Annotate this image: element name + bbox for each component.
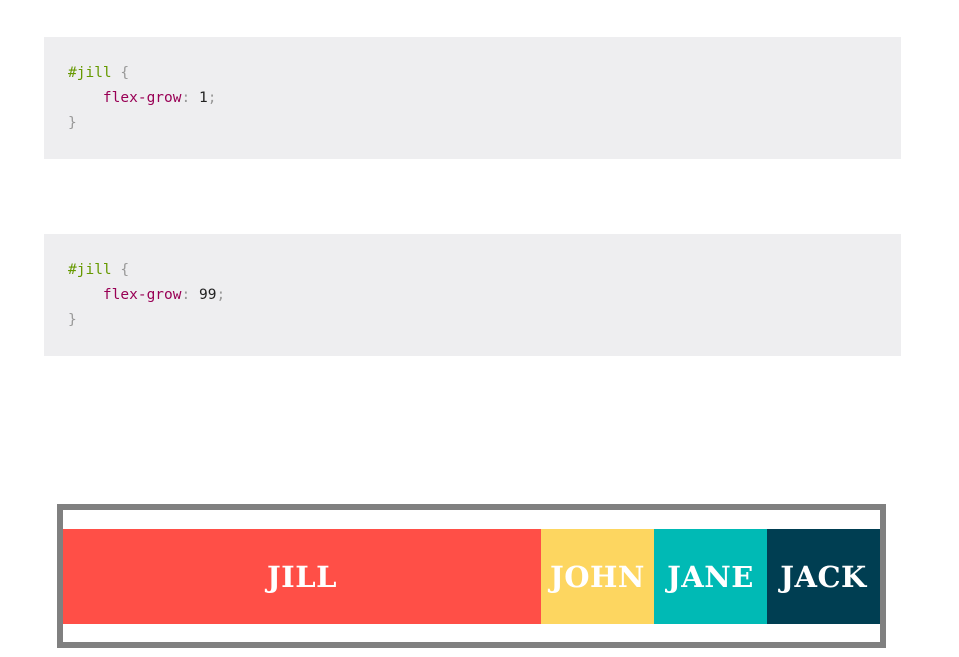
code-property: flex-grow	[102, 287, 182, 303]
flex-demo-container: JILL JOHN JANE JACK	[57, 504, 886, 648]
code-semicolon: ;	[216, 287, 226, 303]
flex-item-jill: JILL	[63, 529, 541, 624]
code-line-selector: #jill {	[68, 61, 901, 86]
code-value: 99	[198, 287, 217, 303]
flex-item-jack: JACK	[767, 529, 880, 624]
flex-row: JILL JOHN JANE JACK	[63, 529, 880, 624]
code-line-close: }	[68, 308, 901, 333]
code-line-declaration: flex-grow: 99;	[68, 283, 901, 308]
code-open-brace: {	[120, 262, 130, 278]
code-colon: :	[181, 90, 191, 106]
code-close-brace: }	[68, 115, 77, 131]
code-property: flex-grow	[102, 90, 182, 106]
code-close-brace: }	[68, 312, 77, 328]
code-colon: :	[181, 287, 191, 303]
code-value: 1	[198, 90, 208, 106]
code-block-flex-grow-99: #jill { flex-grow: 99; }	[44, 234, 901, 356]
code-line-close: }	[68, 111, 901, 136]
code-line-declaration: flex-grow: 1;	[68, 86, 901, 111]
flex-item-john: JOHN	[541, 529, 654, 624]
code-semicolon: ;	[207, 90, 217, 106]
code-selector: #jill	[68, 262, 112, 278]
code-line-selector: #jill {	[68, 258, 901, 283]
code-selector: #jill	[68, 65, 112, 81]
flex-item-jane: JANE	[654, 529, 767, 624]
code-block-flex-grow-1: #jill { flex-grow: 1; }	[44, 37, 901, 159]
code-open-brace: {	[120, 65, 130, 81]
